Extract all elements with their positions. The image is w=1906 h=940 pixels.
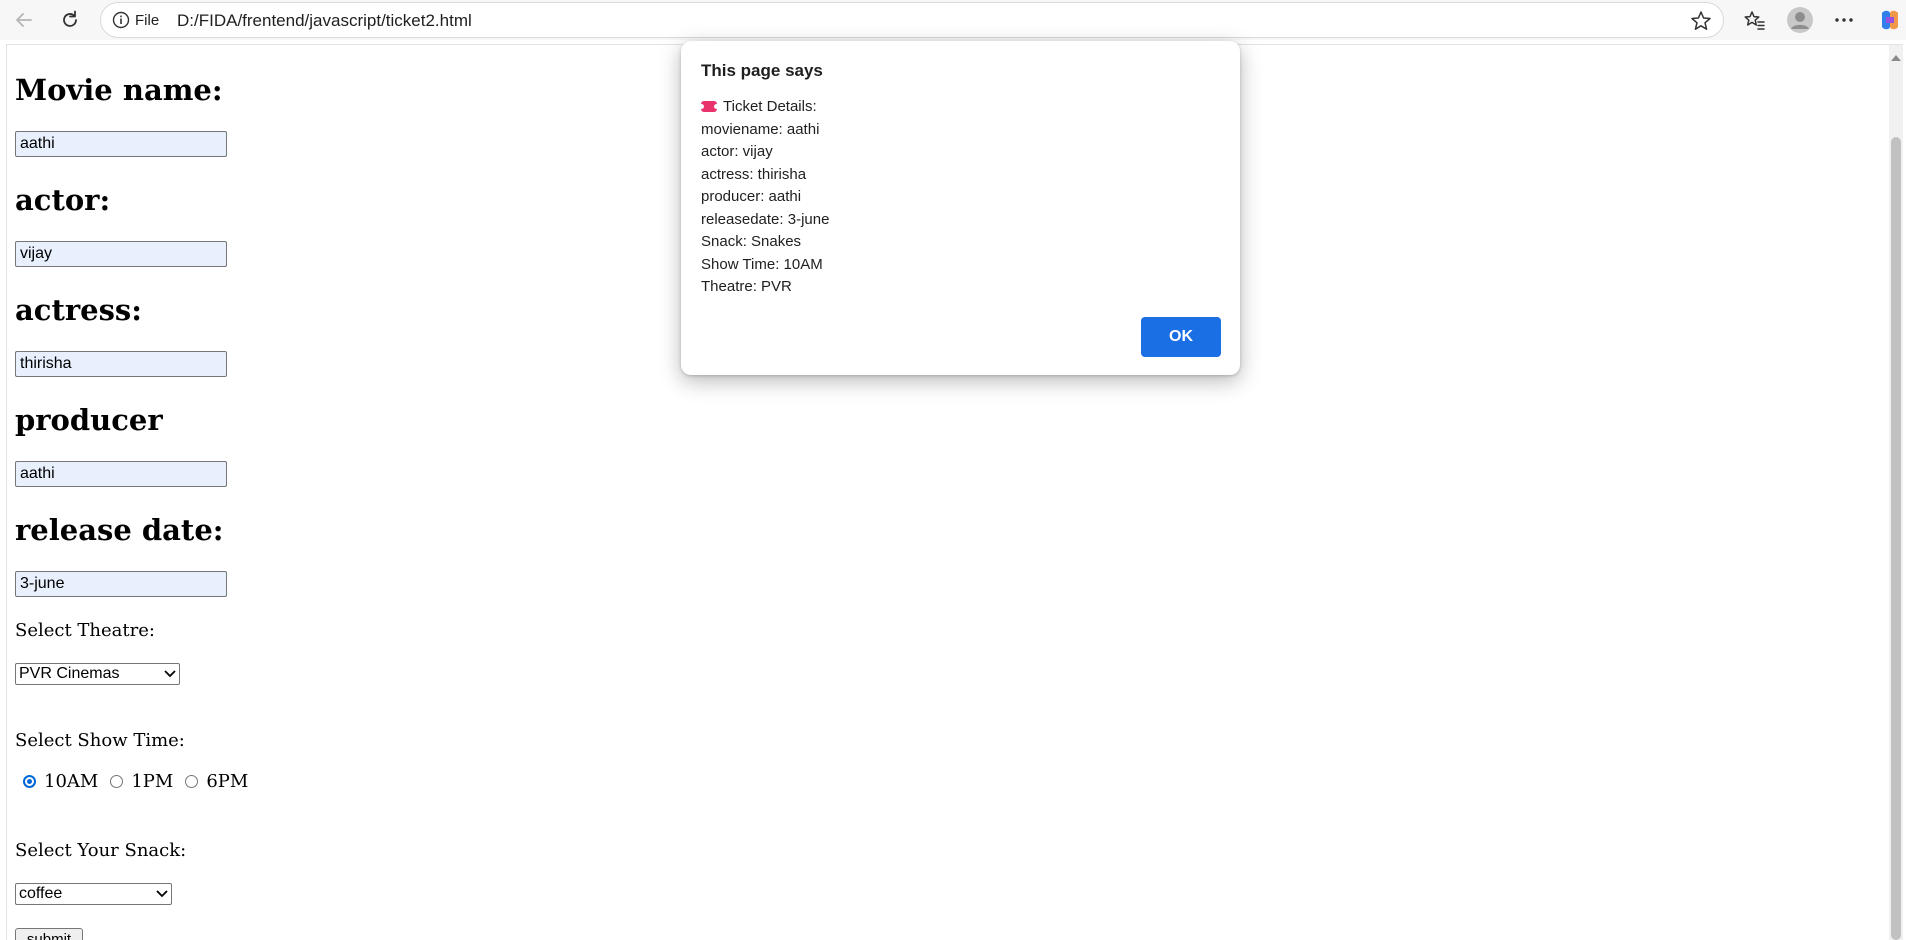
dialog-header-line: Ticket Details: xyxy=(699,96,829,119)
alert-dialog: This page says Ticket Details: moviename… xyxy=(681,41,1240,375)
url-scheme-label: File xyxy=(135,12,160,29)
reload-icon xyxy=(63,10,77,27)
browser-toolbar: File D:/FIDA/frentend/javascript/ticket2… xyxy=(0,0,1906,40)
ticket-icon xyxy=(699,101,719,112)
scroll-thumb[interactable] xyxy=(1891,137,1901,940)
showtime-option-label: 10AM xyxy=(44,771,99,792)
more-dots-icon xyxy=(1835,18,1853,22)
settings-more-button[interactable] xyxy=(1828,4,1860,36)
theatre-select[interactable]: PVR Cinemas xyxy=(15,663,180,685)
ticket-details-heading: Ticket Details: xyxy=(723,98,817,115)
producer-input[interactable] xyxy=(15,461,227,487)
theatre-label: Select Theatre: xyxy=(15,620,155,641)
dialog-line: producer: aathi xyxy=(701,188,802,205)
showtime-radio-1pm[interactable] xyxy=(110,775,124,788)
snack-label: Select Your Snack: xyxy=(15,840,187,861)
back-arrow-icon xyxy=(16,13,32,27)
showtime-option-label: 6PM xyxy=(206,771,249,792)
scroll-up-arrow-icon[interactable] xyxy=(1891,55,1901,61)
actress-heading: actress: xyxy=(15,293,142,327)
release-date-heading: release date: xyxy=(15,513,224,547)
showtime-radio-group: 10AM 1PM 6PM xyxy=(15,771,248,792)
profile-button[interactable] xyxy=(1784,4,1816,36)
movie-name-input[interactable] xyxy=(15,131,227,157)
favorite-star-icon[interactable] xyxy=(1689,9,1713,33)
reload-button[interactable] xyxy=(54,4,86,36)
url-text[interactable]: D:/FIDA/frentend/javascript/ticket2.html xyxy=(177,11,472,31)
showtime-label: Select Show Time: xyxy=(15,730,185,751)
favorites-list-icon xyxy=(1744,11,1765,30)
chevron-down-icon xyxy=(156,890,168,898)
copilot-button[interactable] xyxy=(1874,4,1906,36)
snack-selected-value: coffee xyxy=(19,885,63,902)
avatar-icon xyxy=(1787,7,1813,33)
back-button[interactable] xyxy=(8,4,40,36)
showtime-radio-10am[interactable] xyxy=(23,775,36,788)
actress-input[interactable] xyxy=(15,351,227,377)
address-bar[interactable]: File D:/FIDA/frentend/javascript/ticket2… xyxy=(100,2,1724,38)
dialog-line: Show Time: 10AM xyxy=(701,255,823,273)
info-icon[interactable] xyxy=(111,10,131,30)
release-date-input[interactable] xyxy=(15,571,227,597)
dialog-message: Ticket Details: moviename: aathi actor: … xyxy=(699,96,830,299)
actor-input[interactable] xyxy=(15,241,227,267)
dialog-title: This page says xyxy=(701,61,823,80)
favorites-button[interactable] xyxy=(1738,4,1770,36)
actor-heading: actor: xyxy=(15,183,111,217)
dialog-line: Theatre: PVR xyxy=(701,278,792,295)
dialog-line: moviename: aathi xyxy=(701,120,820,138)
copilot-icon xyxy=(1882,10,1898,30)
dialog-line: actress: thirisha xyxy=(701,165,807,183)
dialog-line: actor: vijay xyxy=(701,143,773,160)
dialog-line: releasedate: 3-june xyxy=(701,210,830,228)
chevron-down-icon xyxy=(164,670,176,678)
ok-button[interactable]: OK xyxy=(1141,317,1221,357)
dialog-line: Snack: Snakes xyxy=(701,233,802,250)
snack-select[interactable]: coffee xyxy=(15,883,172,905)
movie-name-heading: Movie name: xyxy=(15,73,223,107)
producer-heading: producer xyxy=(15,403,163,437)
showtime-radio-6pm[interactable] xyxy=(185,775,199,788)
showtime-option-label: 1PM xyxy=(131,771,174,792)
submit-button[interactable]: submit xyxy=(15,928,83,940)
theatre-selected-value: PVR Cinemas xyxy=(19,665,120,682)
page-scrollbar[interactable] xyxy=(1889,45,1903,940)
